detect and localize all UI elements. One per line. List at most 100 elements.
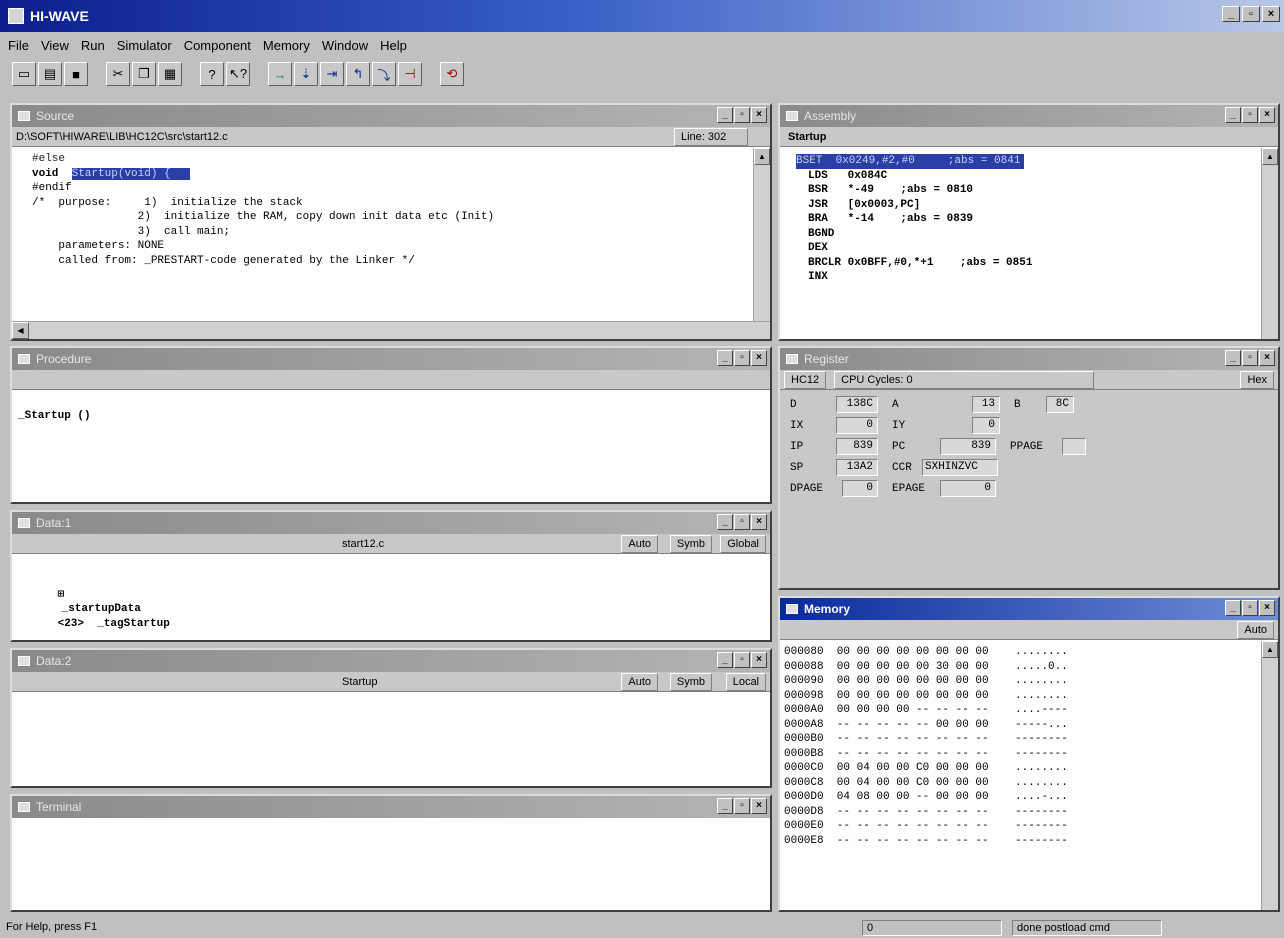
menu-file[interactable]: File — [8, 38, 29, 53]
close-icon[interactable]: × — [1259, 107, 1275, 123]
maximize-icon[interactable]: ▫ — [734, 798, 750, 814]
context-help-button[interactable]: ↖? — [226, 62, 250, 86]
register-value[interactable]: 839 — [836, 438, 878, 455]
maximize-icon[interactable]: ▫ — [734, 350, 750, 366]
scroll-up-icon[interactable]: ▲ — [1262, 148, 1278, 165]
memory-dump[interactable]: 000080 00 00 00 00 00 00 00 00 ........ … — [780, 641, 1278, 910]
memory-window[interactable]: Memory _ ▫ × Auto 000080 00 00 00 00 00 … — [778, 596, 1280, 912]
minimize-icon[interactable]: _ — [1225, 600, 1241, 616]
memory-vscrollbar[interactable]: ▲ — [1261, 641, 1278, 910]
assembly-caption[interactable]: Assembly _ ▫ × — [780, 105, 1278, 127]
step-out-button[interactable]: ↰ — [346, 62, 370, 86]
data2-caption[interactable]: Data:2 _ ▫ × — [12, 650, 770, 672]
assembly-code-area[interactable]: BSET 0x0249,#2,#0 ;abs = 0841 LDS 0x084C… — [780, 148, 1278, 339]
menu-component[interactable]: Component — [184, 38, 251, 53]
register-value[interactable]: SXHINZVC — [922, 459, 998, 476]
source-code-area[interactable]: #else void Startup(void) { #endif /* pur… — [12, 148, 770, 321]
single-step-button[interactable]: ⇣ — [294, 62, 318, 86]
register-value[interactable]: 13A2 — [836, 459, 878, 476]
source-hscrollbar[interactable]: ◀ — [12, 321, 770, 339]
data1-scope[interactable]: Global — [720, 535, 766, 553]
register-window[interactable]: Register _ ▫ × HC12 CPU Cycles: 0 Hex D … — [778, 346, 1280, 590]
register-format[interactable]: Hex — [1240, 371, 1274, 389]
scroll-left-icon[interactable]: ◀ — [12, 322, 29, 339]
assembly-step-button[interactable]: ⤵ — [372, 62, 396, 86]
minimize-icon[interactable]: _ — [717, 798, 733, 814]
cut-button[interactable]: ✂ — [106, 62, 130, 86]
maximize-icon[interactable]: ▫ — [1242, 107, 1258, 123]
close-icon[interactable]: × — [751, 798, 767, 814]
halt-button[interactable]: ⊣ — [398, 62, 422, 86]
help-button[interactable]: ? — [200, 62, 224, 86]
data2-scope[interactable]: Local — [725, 673, 766, 691]
new-button[interactable]: ▭ — [12, 62, 36, 86]
step-over-button[interactable]: ⇥ — [320, 62, 344, 86]
menu-window[interactable]: Window — [322, 38, 368, 53]
data1-list[interactable]: ⊞ _startupData <23> _tagStartup — [12, 555, 770, 640]
procedure-caption[interactable]: Procedure _ ▫ × — [12, 348, 770, 370]
assembly-vscrollbar[interactable]: ▲ — [1261, 148, 1278, 339]
minimize-icon[interactable]: _ — [1225, 350, 1241, 366]
paste-button[interactable]: ▦ — [158, 62, 182, 86]
memory-mode[interactable]: Auto — [1237, 621, 1274, 639]
register-value[interactable]: 839 — [940, 438, 996, 455]
data1-symb[interactable]: Symb — [669, 535, 712, 553]
register-value[interactable]: 0 — [940, 480, 996, 497]
data1-mode[interactable]: Auto — [621, 535, 658, 553]
minimize-icon[interactable]: _ — [717, 514, 733, 530]
minimize-icon[interactable]: _ — [717, 652, 733, 668]
minimize-icon[interactable]: _ — [1225, 107, 1241, 123]
menu-help[interactable]: Help — [380, 38, 407, 53]
register-value[interactable]: 138C — [836, 396, 878, 413]
maximize-icon[interactable]: ▫ — [734, 652, 750, 668]
register-value[interactable]: 0 — [842, 480, 878, 497]
data1-row[interactable]: ⊞ _startupData <23> _tagStartup — [18, 573, 770, 630]
menu-simulator[interactable]: Simulator — [117, 38, 172, 53]
close-icon[interactable]: × — [751, 514, 767, 530]
assembly-window[interactable]: Assembly _ ▫ × Startup BSET 0x0249,#2,#0… — [778, 103, 1280, 341]
register-caption[interactable]: Register _ ▫ × — [780, 348, 1278, 370]
procedure-item[interactable]: _Startup () — [18, 409, 770, 424]
memory-caption[interactable]: Memory _ ▫ × — [780, 598, 1278, 620]
scroll-up-icon[interactable]: ▲ — [1262, 641, 1278, 658]
data2-list[interactable] — [12, 693, 770, 786]
data2-mode[interactable]: Auto — [621, 673, 658, 691]
data2-window[interactable]: Data:2 _ ▫ × Startup Auto Symb Local — [10, 648, 772, 788]
terminal-caption[interactable]: Terminal _ ▫ × — [12, 796, 770, 818]
open-button[interactable]: ▤ — [38, 62, 62, 86]
data1-caption[interactable]: Data:1 _ ▫ × — [12, 512, 770, 534]
minimize-icon[interactable]: _ — [717, 107, 733, 123]
maximize-icon[interactable]: ▫ — [1242, 600, 1258, 616]
reset-button[interactable]: ⟲ — [440, 62, 464, 86]
scroll-up-icon[interactable]: ▲ — [754, 148, 770, 165]
close-icon[interactable]: × — [1259, 350, 1275, 366]
maximize-icon[interactable]: ▫ — [1242, 6, 1260, 22]
menu-memory[interactable]: Memory — [263, 38, 310, 53]
source-vscrollbar[interactable]: ▲ — [753, 148, 770, 321]
copy-button[interactable]: ❐ — [132, 62, 156, 86]
register-value[interactable]: 8C — [1046, 396, 1074, 413]
procedure-list[interactable]: _Startup () — [12, 391, 770, 502]
maximize-icon[interactable]: ▫ — [1242, 350, 1258, 366]
minimize-icon[interactable]: _ — [1222, 6, 1240, 22]
source-window[interactable]: Source _ ▫ × D:\SOFT\HIWARE\LIB\HC12C\sr… — [10, 103, 772, 341]
procedure-window[interactable]: Procedure _ ▫ × _Startup () — [10, 346, 772, 504]
start-button[interactable]: → — [268, 62, 292, 86]
maximize-icon[interactable]: ▫ — [734, 514, 750, 530]
close-icon[interactable]: × — [751, 107, 767, 123]
expand-icon[interactable]: ⊞ — [58, 589, 65, 601]
menu-view[interactable]: View — [41, 38, 69, 53]
menu-run[interactable]: Run — [81, 38, 105, 53]
register-value[interactable]: 13 — [972, 396, 1000, 413]
maximize-icon[interactable]: ▫ — [734, 107, 750, 123]
save-button[interactable]: ■ — [64, 62, 88, 86]
terminal-window[interactable]: Terminal _ ▫ × — [10, 794, 772, 912]
close-icon[interactable]: × — [751, 652, 767, 668]
close-icon[interactable]: × — [1262, 6, 1280, 22]
register-value[interactable]: 0 — [836, 417, 878, 434]
data1-window[interactable]: Data:1 _ ▫ × start12.c Auto Symb Global … — [10, 510, 772, 642]
close-icon[interactable]: × — [751, 350, 767, 366]
close-icon[interactable]: × — [1259, 600, 1275, 616]
terminal-output[interactable] — [12, 818, 770, 910]
minimize-icon[interactable]: _ — [717, 350, 733, 366]
